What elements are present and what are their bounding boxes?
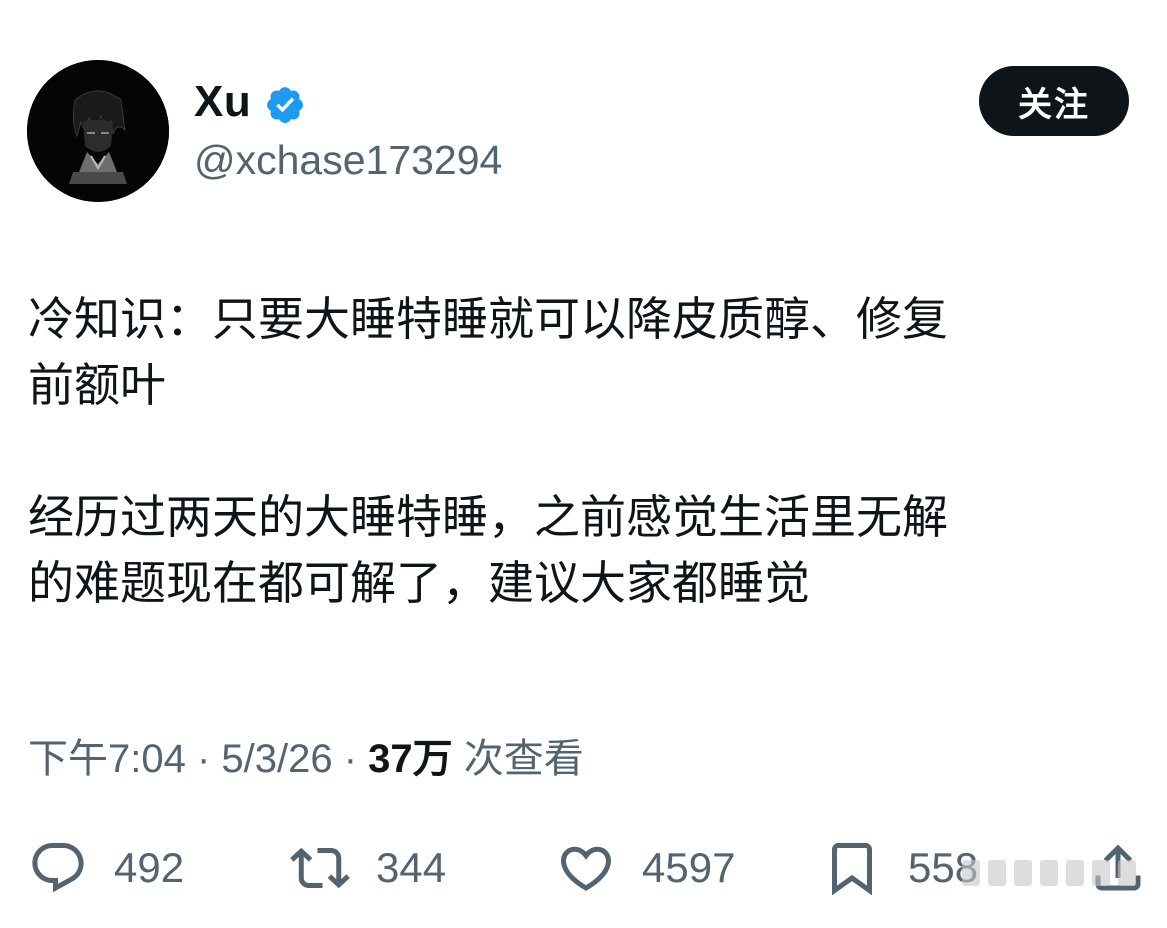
like-button[interactable]: 4597 <box>556 836 735 900</box>
reply-count: 492 <box>114 844 185 891</box>
watermark-graphic <box>962 860 1136 886</box>
tweet-date[interactable]: 5/3/26 <box>221 737 332 781</box>
heart-icon <box>560 846 612 891</box>
avatar[interactable] <box>27 60 169 202</box>
meta-separator: · <box>332 737 369 781</box>
anime-character-avatar-icon <box>27 60 169 202</box>
follow-button[interactable]: 关注 <box>979 66 1129 136</box>
repost-icon <box>290 847 350 889</box>
verified-badge-icon <box>267 87 303 123</box>
reply-button[interactable]: 492 <box>28 836 184 900</box>
reply-icon <box>32 843 84 893</box>
tweet-meta: 下午7:04 · 5/3/26 · 37万 次查看 <box>28 730 584 788</box>
tweet-time[interactable]: 下午7:04 <box>28 737 186 781</box>
user-handle[interactable]: @xchase173294 <box>194 134 502 186</box>
tweet-paragraph-2: 经历过两天的大睡特睡，之前感觉生活里无解 的难题现在都可解了，建议大家都睡觉 <box>28 491 948 609</box>
bookmark-icon <box>832 843 872 896</box>
display-name[interactable]: Xu <box>194 74 251 130</box>
meta-separator: · <box>185 737 222 781</box>
tweet-text: 冷知识：只要大睡特睡就可以降皮质醇、修复 前额叶 经历过两天的大睡特睡，之前感觉… <box>28 286 1138 616</box>
views-count: 37万 <box>368 737 453 781</box>
tweet-paragraph-1: 冷知识：只要大睡特睡就可以降皮质醇、修复 前额叶 <box>28 293 948 411</box>
views-label: 次查看 <box>452 737 584 781</box>
repost-button[interactable]: 344 <box>290 836 446 900</box>
like-count: 4597 <box>642 844 736 891</box>
bookmark-button[interactable]: 558 <box>822 836 978 900</box>
repost-count: 344 <box>376 844 447 891</box>
